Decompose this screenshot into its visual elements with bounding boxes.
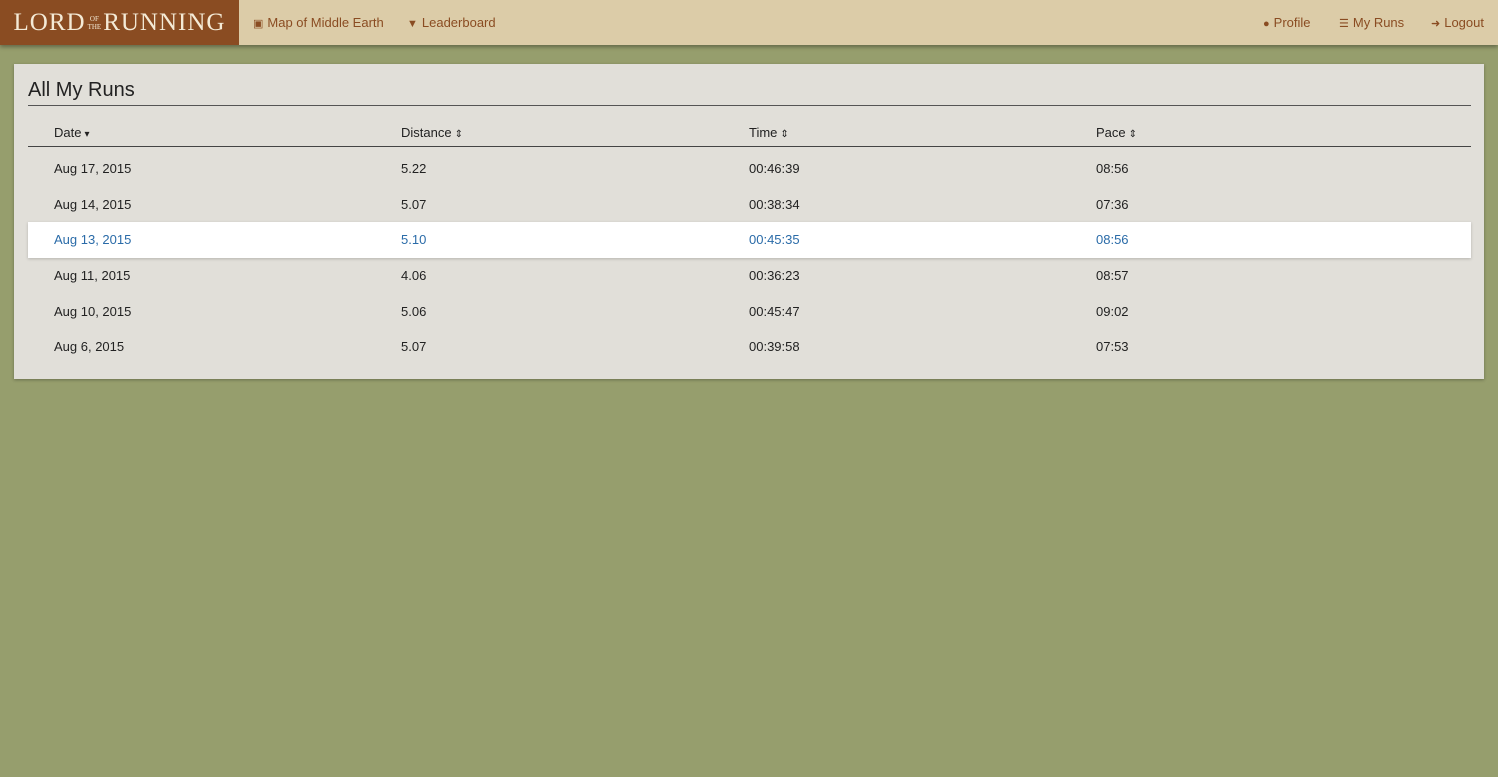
nav-map-label: Map of Middle Earth	[267, 15, 384, 30]
cell-date: Aug 17, 2015	[54, 161, 132, 176]
list-icon: ☰	[1339, 18, 1349, 30]
nav-leaderboard-label: Leaderboard	[421, 15, 496, 30]
map-icon: ▣	[253, 18, 264, 30]
nav-myruns-link[interactable]: ☰ My Runs	[1339, 0, 1404, 45]
brand-of-the: OF THE	[87, 14, 102, 31]
table-row[interactable]: Aug 17, 2015 5.22 00:46:39 08:56	[28, 151, 1471, 187]
nav-profile-label: Profile	[1273, 15, 1311, 30]
brand-word-lord: LORD	[13, 8, 86, 36]
cell-distance: 4.06	[401, 268, 427, 283]
logout-icon: ➜	[1431, 18, 1441, 30]
cell-date: Aug 13, 2015	[54, 232, 132, 247]
nav-map-link[interactable]: ▣ Map of Middle Earth	[253, 0, 384, 45]
table-row-selected[interactable]: Aug 13, 2015 5.10 00:45:35 08:56	[28, 222, 1471, 258]
column-header-label: Date	[54, 125, 82, 140]
column-header-label: Pace	[1096, 125, 1126, 140]
cell-time: 00:46:39	[749, 161, 800, 176]
brand-word-running: RUNNING	[103, 8, 226, 36]
header-divider	[28, 146, 1471, 147]
sort-icon: ⇕	[454, 129, 463, 140]
cell-time: 00:39:58	[749, 339, 800, 354]
cell-pace: 07:36	[1096, 197, 1129, 212]
runs-panel: All My Runs Date ▾ Distance ⇕ Time ⇕ Pace ⇕ …	[14, 64, 1484, 379]
cell-distance: 5.10	[401, 232, 427, 247]
cell-pace: 08:56	[1096, 161, 1129, 176]
sort-icon: ⇕	[1128, 129, 1138, 140]
nav-leaderboard-link[interactable]: ▼ Leaderboard	[407, 0, 496, 45]
column-header-date[interactable]: Date ▾	[54, 125, 90, 140]
cell-pace: 08:56	[1096, 232, 1129, 247]
top-navbar: LORD OF THE RUNNING ▣ Map of Middle Earth…	[0, 0, 1498, 45]
cell-pace: 07:53	[1096, 339, 1129, 354]
nav-logout-link[interactable]: ➜ Logout	[1431, 0, 1484, 45]
column-header-time[interactable]: Time ⇕	[749, 125, 789, 140]
cell-distance: 5.07	[401, 197, 427, 212]
nav-logout-label: Logout	[1444, 15, 1484, 30]
cell-pace: 08:57	[1096, 268, 1129, 283]
nav-myruns-label: My Runs	[1352, 15, 1405, 30]
table-row[interactable]: Aug 14, 2015 5.07 00:38:34 07:36	[28, 187, 1471, 223]
cell-time: 00:36:23	[749, 268, 800, 283]
column-header-label: Distance	[401, 125, 452, 140]
page-title: All My Runs	[28, 79, 135, 101]
cell-date: Aug 6, 2015	[54, 339, 125, 354]
cell-time: 00:45:47	[749, 304, 800, 319]
cell-distance: 5.22	[401, 161, 427, 176]
table-row[interactable]: Aug 11, 2015 4.06 00:36:23 08:57	[28, 258, 1471, 294]
sort-desc-icon: ▾	[84, 129, 90, 140]
table-row[interactable]: Aug 6, 2015 5.07 00:39:58 07:53	[28, 329, 1471, 365]
column-header-label: Time	[749, 125, 778, 140]
trophy-icon: ▼	[407, 18, 418, 30]
cell-distance: 5.06	[401, 304, 427, 319]
cell-date: Aug 11, 2015	[54, 268, 131, 283]
nav-profile-link[interactable]: ● Profile	[1263, 0, 1311, 45]
sort-icon: ⇕	[780, 129, 789, 140]
title-divider	[28, 105, 1471, 106]
cell-date: Aug 14, 2015	[54, 197, 132, 212]
column-header-distance[interactable]: Distance ⇕	[401, 125, 463, 140]
column-header-pace[interactable]: Pace ⇕	[1096, 125, 1137, 140]
cell-pace: 09:02	[1096, 304, 1129, 319]
cell-distance: 5.07	[401, 339, 427, 354]
cell-time: 00:45:35	[749, 232, 800, 247]
cell-date: Aug 10, 2015	[54, 304, 132, 319]
user-icon: ●	[1263, 18, 1270, 30]
brand-logo[interactable]: LORD OF THE RUNNING	[0, 0, 239, 45]
table-row[interactable]: Aug 10, 2015 5.06 00:45:47 09:02	[28, 294, 1471, 330]
cell-time: 00:38:34	[749, 197, 800, 212]
